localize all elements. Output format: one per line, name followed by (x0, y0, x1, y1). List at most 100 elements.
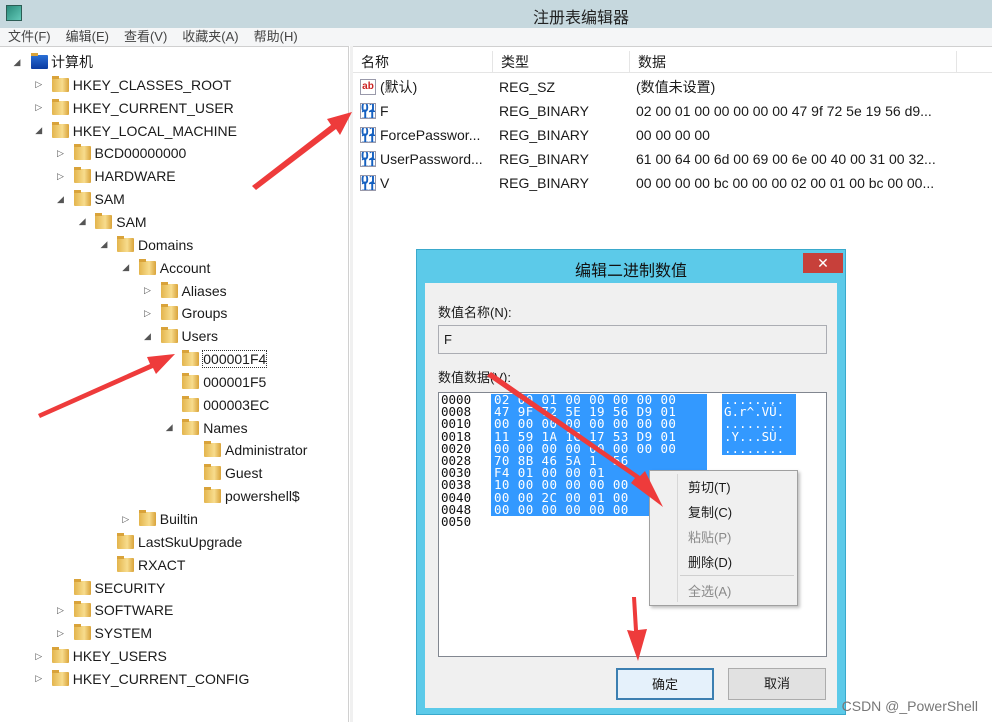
folder-icon (182, 395, 200, 412)
folder-icon (117, 555, 134, 572)
tree-node[interactable]: ◢ SAM (0, 189, 349, 209)
tree-node[interactable]: 000001F5 (0, 372, 349, 392)
cancel-button[interactable]: 取消 (728, 668, 826, 700)
menu-help[interactable]: 帮助(H) (246, 28, 305, 46)
tree-node-label: Groups (181, 305, 228, 322)
collapsed-arrow-icon[interactable]: ▷ (56, 628, 66, 639)
context-menu-item[interactable]: 全选(A) (688, 581, 731, 600)
context-menu-item[interactable]: 剪切(T) (688, 477, 731, 496)
context-menu-item[interactable]: 粘贴(P) (688, 527, 731, 546)
tree-node[interactable]: LastSkuUpgrade (0, 532, 349, 552)
folder-icon (138, 258, 156, 275)
menu-separator (680, 575, 794, 576)
menu-favorites[interactable]: 收藏夹(A) (174, 28, 245, 46)
tree-node[interactable]: ◢ Account (0, 258, 349, 278)
tree-node[interactable]: ◢ Users (0, 326, 349, 346)
tree-node[interactable]: 000001F4 (0, 349, 349, 369)
value-name: F (380, 103, 389, 119)
tree-node[interactable]: ▷ SOFTWARE (0, 600, 349, 620)
context-menu-item[interactable]: 删除(D) (688, 552, 732, 571)
watermark: CSDN @_PowerShell (841, 698, 978, 714)
list-row[interactable]: 011 110ForcePasswor... REG_BINARY 00 00 00… (353, 124, 992, 146)
tree-node-label: HKEY_CLASSES_ROOT (72, 76, 232, 93)
collapsed-arrow-icon[interactable]: ▷ (143, 308, 153, 319)
folder-icon (95, 212, 113, 229)
tree-node[interactable]: ▷ HKEY_CURRENT_CONFIG (0, 669, 349, 689)
folder-icon (73, 167, 91, 184)
expanded-arrow-icon[interactable]: ◢ (121, 262, 131, 273)
registry-tree[interactable]: ◢ 计算机 ▷ HKEY_CLASSES_ROOT ▷ HKEY_CURRENT_USER… (0, 46, 349, 722)
expanded-arrow-icon[interactable]: ◢ (12, 57, 22, 68)
tree-node-label: HKEY_CURRENT_USER (72, 99, 234, 116)
tree-node[interactable]: ▷ HKEY_CURRENT_USER (0, 98, 349, 118)
value-type: REG_SZ (499, 79, 556, 95)
collapsed-arrow-icon[interactable]: ▷ (34, 102, 44, 113)
tree-node[interactable]: ◢ HKEY_LOCAL_MACHINE (0, 121, 349, 141)
folder-icon (73, 601, 91, 618)
collapsed-arrow-icon[interactable]: ▷ (34, 651, 44, 662)
ok-button[interactable]: 确定 (616, 668, 714, 700)
value-type: REG_BINARY (499, 127, 589, 143)
tree-node[interactable]: ◢ Names (0, 418, 349, 438)
tree-node[interactable]: 000003EC (0, 395, 349, 415)
list-row[interactable]: 011 110UserPassword... REG_BINARY 61 00 64… (353, 148, 992, 170)
tree-node[interactable]: ◢ SAM (0, 212, 349, 232)
menu-bar: 文件(F) 编辑(E) 查看(V) 收藏夹(A) 帮助(H) (0, 28, 992, 46)
value-type: REG_BINARY (499, 151, 589, 167)
folder-icon (73, 144, 91, 161)
list-row[interactable]: 011 110V REG_BINARY 00 00 00 00 bc 00 00 0… (353, 172, 992, 194)
tree-node[interactable]: ▷ BCD00000000 (0, 143, 349, 163)
column-name[interactable]: 名称 (353, 51, 493, 73)
expanded-arrow-icon[interactable]: ◢ (34, 125, 44, 136)
column-type[interactable]: 类型 (493, 51, 630, 73)
collapsed-arrow-icon[interactable]: ▷ (56, 605, 66, 616)
tree-node-label: Account (159, 259, 211, 276)
tree-node[interactable]: ◢ 计算机 (0, 52, 349, 72)
close-button[interactable]: ✕ (803, 253, 843, 273)
tree-node[interactable]: ▷ Builtin (0, 509, 349, 529)
folder-icon (204, 441, 221, 458)
tree-node[interactable]: Guest (0, 463, 349, 483)
tree-node[interactable]: Administrator (0, 440, 349, 460)
tree-node[interactable]: RXACT (0, 555, 349, 575)
collapsed-arrow-icon[interactable]: ▷ (34, 673, 44, 684)
tree-node[interactable]: ▷ HARDWARE (0, 166, 349, 186)
collapsed-arrow-icon[interactable]: ▷ (56, 171, 66, 182)
menu-view[interactable]: 查看(V) (116, 28, 174, 46)
tree-node[interactable]: ▷ Groups (0, 303, 349, 323)
expanded-arrow-icon[interactable]: ◢ (164, 422, 174, 433)
column-data[interactable]: 数据 (630, 51, 957, 73)
context-menu-item[interactable]: 复制(C) (688, 502, 732, 521)
tree-node[interactable]: powershell$ (0, 486, 349, 506)
folder-icon (117, 235, 134, 252)
tree-node[interactable]: ▷ Aliases (0, 281, 349, 301)
list-row[interactable]: ab (默认) REG_SZ (数值未设置) (353, 76, 992, 98)
tree-node[interactable]: ▷ SYSTEM (0, 623, 349, 643)
expanded-arrow-icon[interactable]: ◢ (77, 216, 87, 227)
collapsed-arrow-icon[interactable]: ▷ (143, 285, 153, 296)
folder-icon (160, 327, 178, 344)
value-data: (数值未设置) (636, 79, 716, 95)
value-name-field[interactable]: F (438, 325, 827, 354)
menu-file[interactable]: 文件(F) (0, 28, 58, 46)
collapsed-arrow-icon[interactable]: ▷ (56, 148, 66, 159)
tree-node[interactable]: SECURITY (0, 578, 349, 598)
tree-node[interactable]: ◢ Domains (0, 235, 349, 255)
expanded-arrow-icon[interactable]: ◢ (99, 239, 109, 250)
folder-icon (51, 75, 69, 92)
folder-icon (204, 464, 221, 481)
expanded-arrow-icon[interactable]: ◢ (56, 194, 66, 205)
value-name: (默认) (380, 79, 418, 95)
collapsed-arrow-icon[interactable]: ▷ (34, 79, 44, 90)
tree-node[interactable]: ▷ HKEY_USERS (0, 646, 349, 666)
value-name: ForcePasswor... (380, 127, 481, 143)
tree-node-label: 000003EC (203, 396, 270, 413)
expanded-arrow-icon[interactable]: ◢ (143, 331, 153, 342)
binary-value-icon: 011 110 (360, 103, 376, 119)
folder-icon (138, 510, 156, 526)
menu-edit[interactable]: 编辑(E) (58, 28, 116, 46)
tree-node-label: Builtin (159, 511, 198, 527)
collapsed-arrow-icon[interactable]: ▷ (121, 514, 131, 525)
tree-node[interactable]: ▷ HKEY_CLASSES_ROOT (0, 75, 349, 95)
list-row[interactable]: 011 110F REG_BINARY 02 00 01 00 00 00 00 0… (353, 100, 992, 122)
